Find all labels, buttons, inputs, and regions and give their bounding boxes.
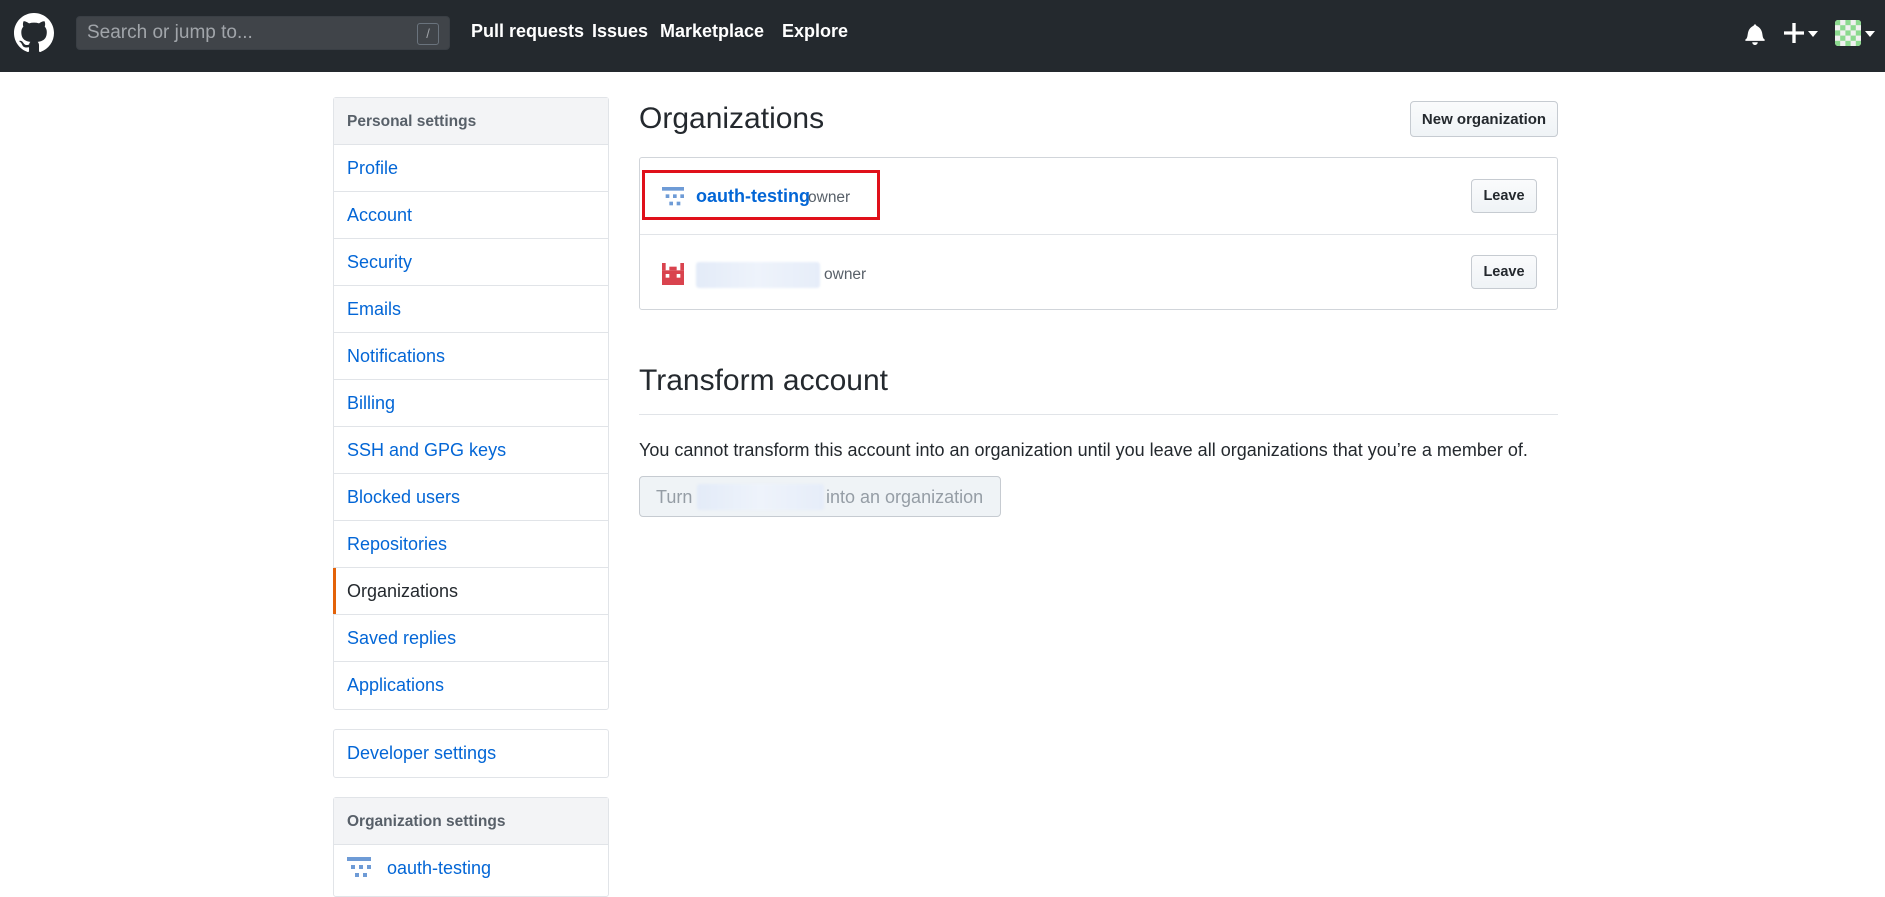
github-logo-icon[interactable] bbox=[14, 13, 54, 53]
sidebar-item-developer-settings[interactable]: Developer settings bbox=[334, 730, 608, 777]
new-organization-button[interactable]: New organization bbox=[1410, 101, 1558, 137]
sidebar-item-org-oauth-testing[interactable]: oauth-testing bbox=[334, 845, 608, 892]
role-label: owner bbox=[824, 266, 867, 283]
sidebar-item-applications[interactable]: Applications bbox=[334, 662, 608, 709]
plus-icon bbox=[1784, 23, 1804, 43]
list-item: owner Leave bbox=[640, 234, 1557, 310]
leave-button[interactable]: Leave bbox=[1471, 255, 1537, 289]
top-header: / Pull requests Issues Marketplace Explo… bbox=[0, 0, 1885, 72]
redacted-username bbox=[697, 484, 824, 510]
create-new-dropdown[interactable] bbox=[1784, 20, 1820, 46]
highlight-annotation bbox=[642, 170, 880, 220]
menu-heading: Organization settings bbox=[334, 798, 608, 845]
search-input[interactable] bbox=[87, 17, 387, 49]
nav-marketplace[interactable]: Marketplace bbox=[660, 21, 764, 42]
sidebar-item-notifications[interactable]: Notifications bbox=[334, 333, 608, 380]
menu-heading: Personal settings bbox=[334, 98, 608, 145]
sidebar-item-ssh-gpg-keys[interactable]: SSH and GPG keys bbox=[334, 427, 608, 474]
user-menu[interactable] bbox=[1835, 20, 1877, 46]
sidebar-item-account[interactable]: Account bbox=[334, 192, 608, 239]
search-shortcut-hint: / bbox=[417, 23, 439, 45]
sidebar-item-organizations[interactable]: Organizations bbox=[333, 568, 608, 615]
avatar bbox=[1835, 20, 1861, 46]
sidebar-item-repositories[interactable]: Repositories bbox=[334, 521, 608, 568]
org-avatar-icon bbox=[347, 856, 371, 877]
chevron-down-icon bbox=[1808, 31, 1818, 37]
bell-icon[interactable] bbox=[1745, 23, 1765, 45]
nav-explore[interactable]: Explore bbox=[782, 21, 848, 42]
search-box[interactable]: / bbox=[76, 16, 450, 50]
org-avatar-icon bbox=[662, 263, 684, 285]
sidebar-item-billing[interactable]: Billing bbox=[334, 380, 608, 427]
section-divider bbox=[639, 414, 1558, 415]
sidebar-item-security[interactable]: Security bbox=[334, 239, 608, 286]
transform-note: You cannot transform this account into a… bbox=[639, 440, 1528, 460]
organization-settings-menu: Organization settings oauth-testing bbox=[333, 797, 609, 897]
personal-settings-menu: Personal settings Profile Account Securi… bbox=[333, 97, 609, 710]
sidebar-item-label: oauth-testing bbox=[387, 858, 492, 878]
leave-button[interactable]: Leave bbox=[1471, 179, 1537, 213]
page-title: Organizations bbox=[639, 102, 825, 135]
chevron-down-icon bbox=[1865, 31, 1875, 37]
sidebar-item-profile[interactable]: Profile bbox=[334, 145, 608, 192]
button-label-suffix: into an organization bbox=[826, 487, 984, 507]
nav-pull-requests[interactable]: Pull requests bbox=[471, 21, 584, 42]
developer-settings-menu: Developer settings bbox=[333, 729, 609, 778]
sidebar-item-saved-replies[interactable]: Saved replies bbox=[334, 615, 608, 662]
nav-issues[interactable]: Issues bbox=[592, 21, 648, 42]
sidebar-item-emails[interactable]: Emails bbox=[334, 286, 608, 333]
sidebar-item-blocked-users[interactable]: Blocked users bbox=[334, 474, 608, 521]
button-label-prefix: Turn bbox=[656, 487, 693, 507]
redacted-org-name[interactable] bbox=[696, 262, 820, 288]
transform-account-button[interactable]: Turn into an organization bbox=[639, 476, 1001, 517]
section-title: Transform account bbox=[639, 364, 888, 397]
